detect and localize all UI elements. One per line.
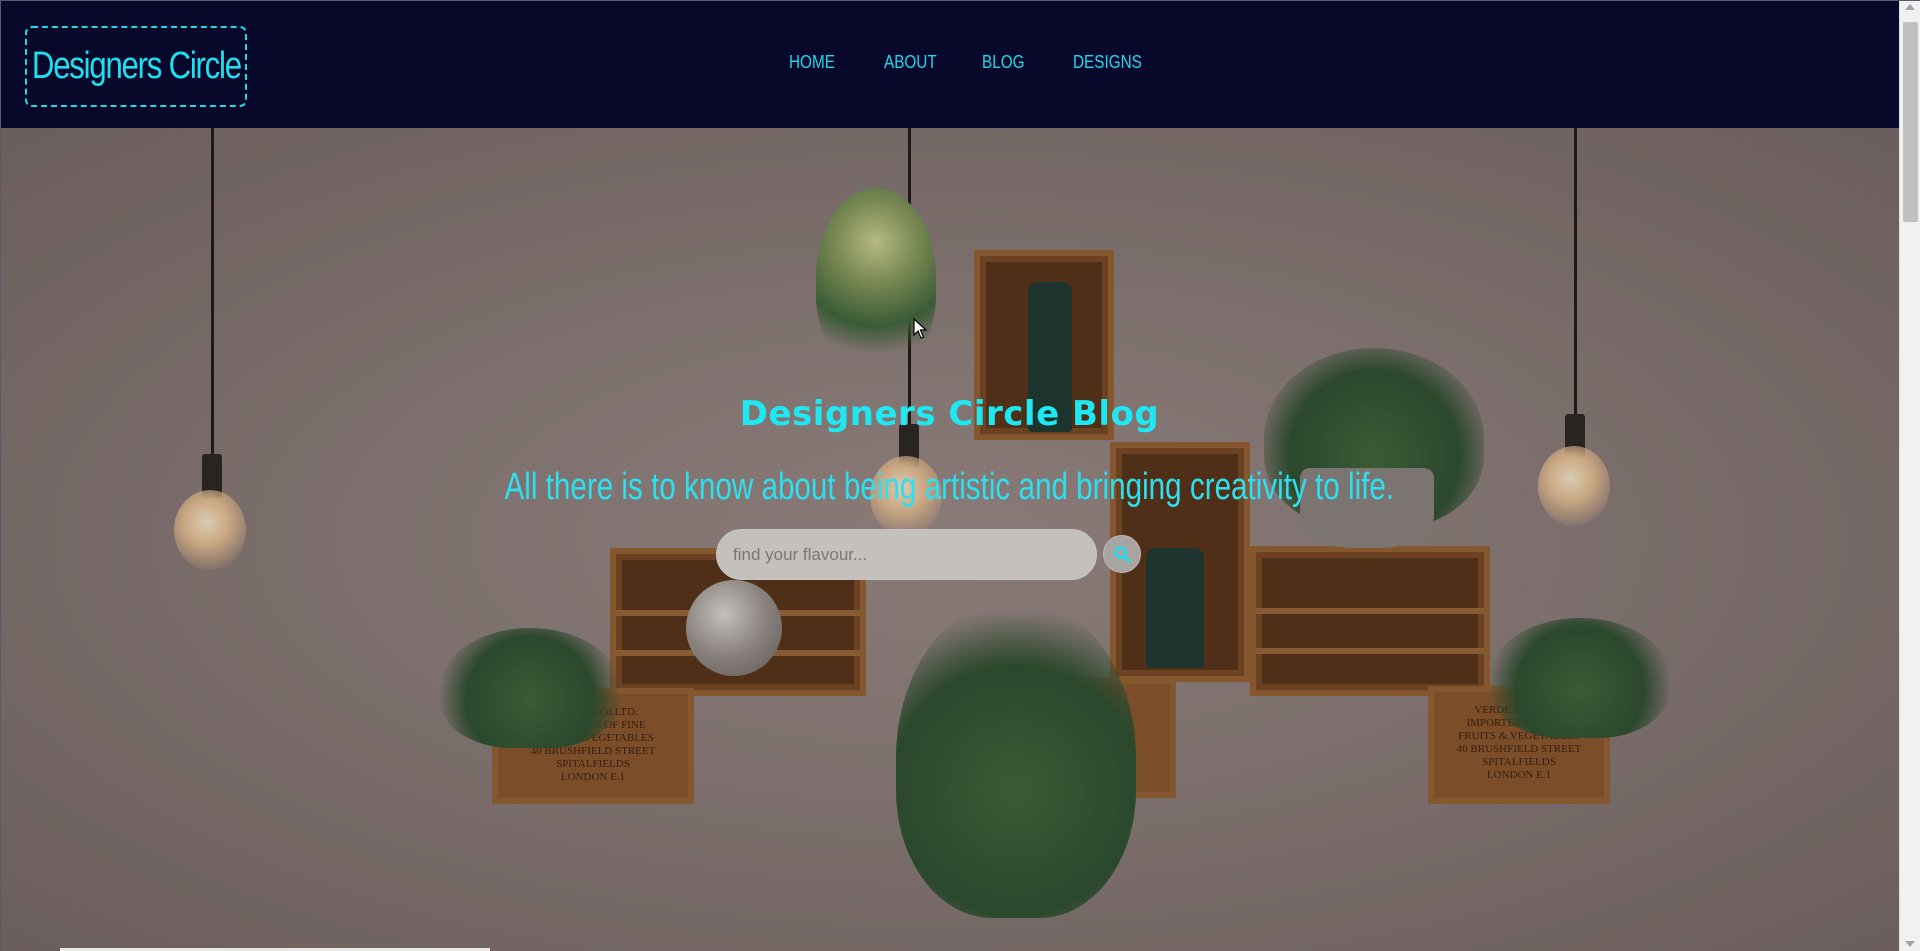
nav-link-designs[interactable]: DESIGNS bbox=[1073, 52, 1154, 73]
search-icon bbox=[1114, 546, 1131, 563]
hero-section: VERDE & Co.LTD.IMPORTERS OF FINEFRUITS &… bbox=[0, 128, 1899, 951]
search-button[interactable] bbox=[1103, 535, 1141, 573]
window-frame-top bbox=[0, 0, 1920, 1]
hero-title: Designers Circle Blog bbox=[739, 394, 1160, 434]
vertical-scrollbar[interactable] bbox=[1899, 0, 1920, 951]
navbar: Designers Circle HOME ABOUT BLOG DESIGNS bbox=[0, 0, 1899, 128]
nav-link-home[interactable]: HOME bbox=[789, 52, 843, 73]
mouse-cursor-icon bbox=[913, 318, 927, 339]
scroll-up-arrow-icon[interactable] bbox=[1905, 4, 1915, 10]
scroll-down-arrow-icon[interactable] bbox=[1905, 941, 1915, 947]
scrollbar-thumb[interactable] bbox=[1903, 22, 1918, 222]
search-input[interactable] bbox=[716, 529, 1097, 580]
nav-link-blog[interactable]: BLOG bbox=[982, 52, 1032, 73]
main-nav: HOME ABOUT BLOG DESIGNS bbox=[0, 52, 1899, 78]
hero-subtitle: All there is to know about being artisti… bbox=[504, 466, 1395, 508]
window-frame-left bbox=[0, 0, 1, 951]
nav-link-about[interactable]: ABOUT bbox=[884, 52, 946, 73]
